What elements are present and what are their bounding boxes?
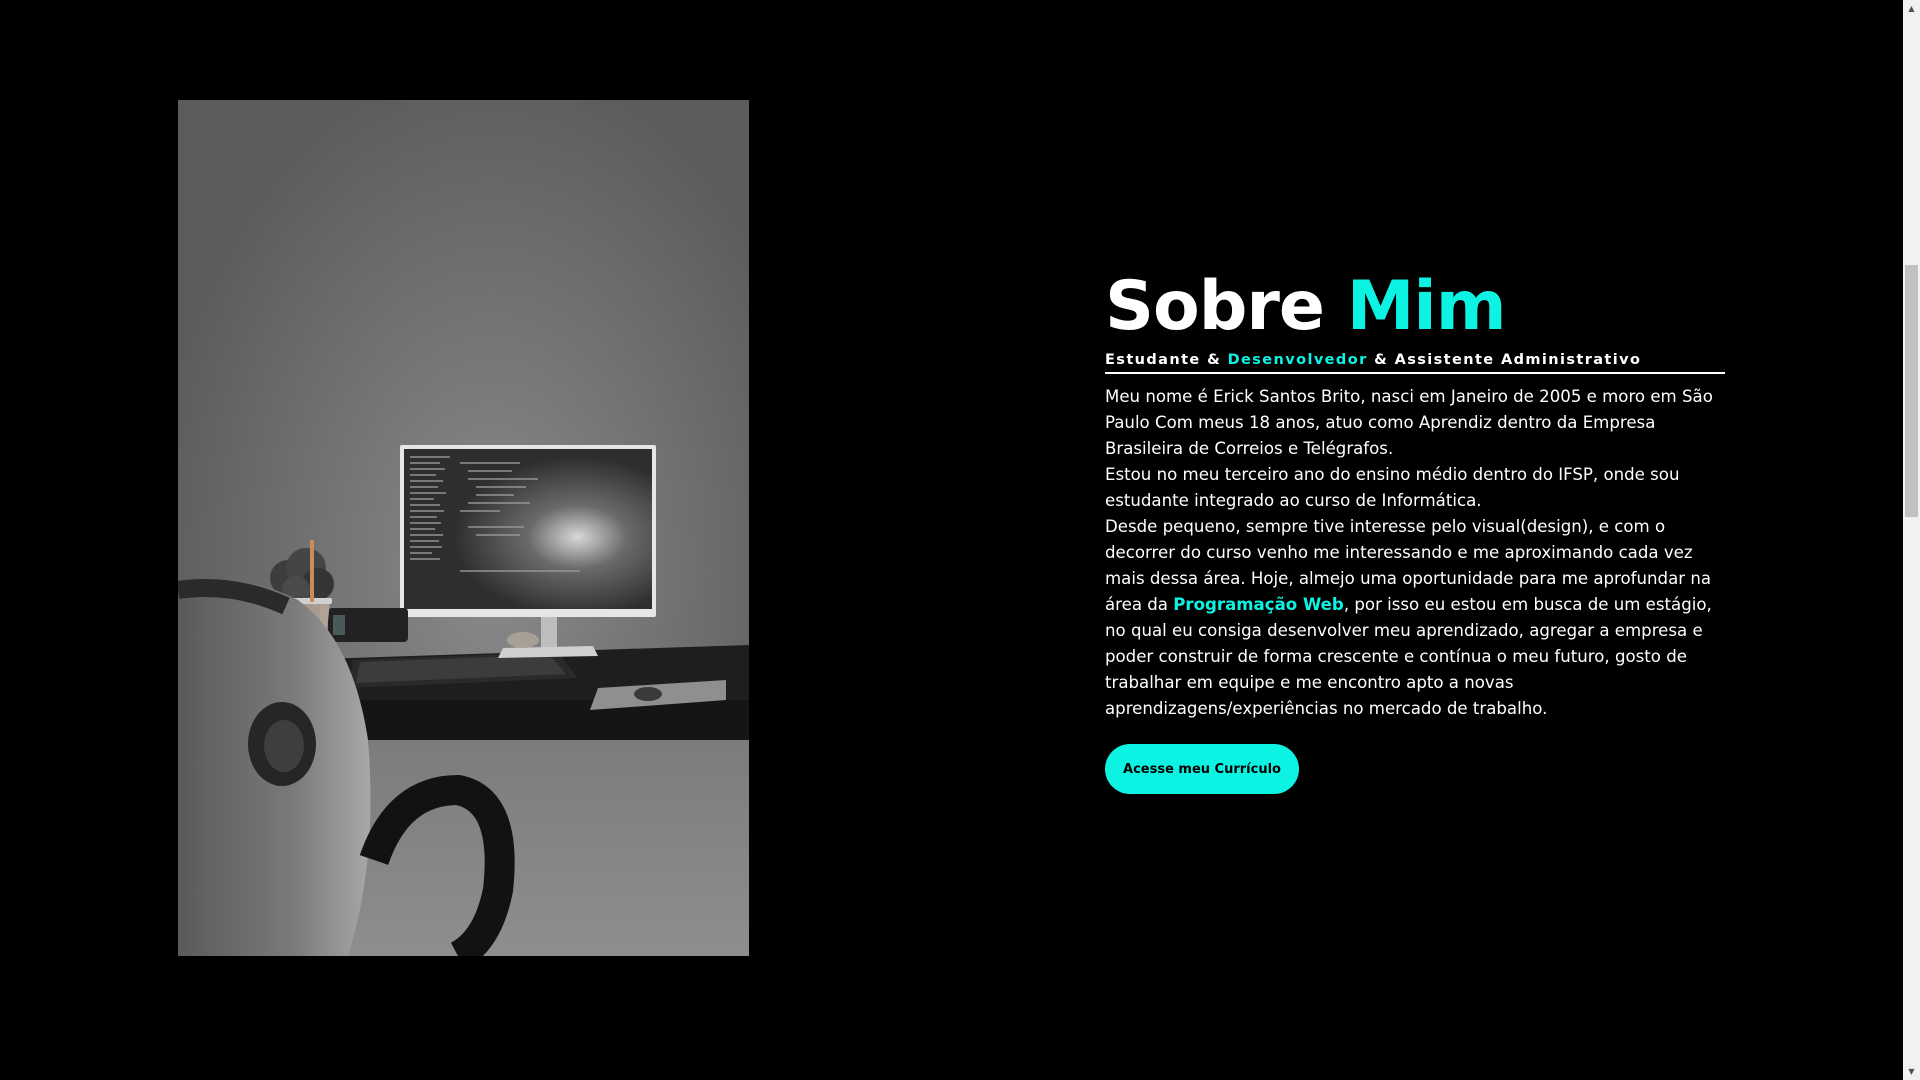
bio-paragraph-2: Estou no meu terceiro ano do ensino médi… bbox=[1105, 465, 1680, 510]
scroll-down-icon[interactable]: ▼ bbox=[1903, 1063, 1920, 1080]
title-accent: Mim bbox=[1346, 267, 1507, 346]
bio-paragraph-3: Desde pequeno, sempre tive interesse pel… bbox=[1105, 514, 1725, 722]
workspace-photo bbox=[178, 100, 749, 956]
about-bio: Meu nome é Erick Santos Brito, nasci em … bbox=[1105, 384, 1725, 722]
about-title: Sobre Mim bbox=[1105, 262, 1725, 352]
bio-paragraph-1: Meu nome é Erick Santos Brito, nasci em … bbox=[1105, 387, 1713, 458]
about-subtitle: Estudante & Desenvolvedor & Assistente A… bbox=[1105, 352, 1725, 374]
about-section: Sobre Mim Estudante & Desenvolvedor & As… bbox=[1105, 262, 1725, 794]
subtitle-part1: Estudante & bbox=[1105, 352, 1222, 368]
scrollbar[interactable]: ▲ ▼ bbox=[1903, 0, 1920, 1080]
bio-p3-accent: Programação Web bbox=[1173, 595, 1344, 614]
subtitle-accent: Desenvolvedor bbox=[1227, 352, 1368, 368]
subtitle-part2: & Assistente Administrativo bbox=[1374, 352, 1642, 368]
title-main: Sobre bbox=[1105, 267, 1325, 346]
page: Sobre Mim Estudante & Desenvolvedor & As… bbox=[0, 0, 1920, 1080]
scroll-up-icon[interactable]: ▲ bbox=[1903, 0, 1920, 17]
scroll-thumb[interactable] bbox=[1905, 265, 1918, 517]
curriculum-button[interactable]: Acesse meu Currículo bbox=[1105, 744, 1299, 794]
